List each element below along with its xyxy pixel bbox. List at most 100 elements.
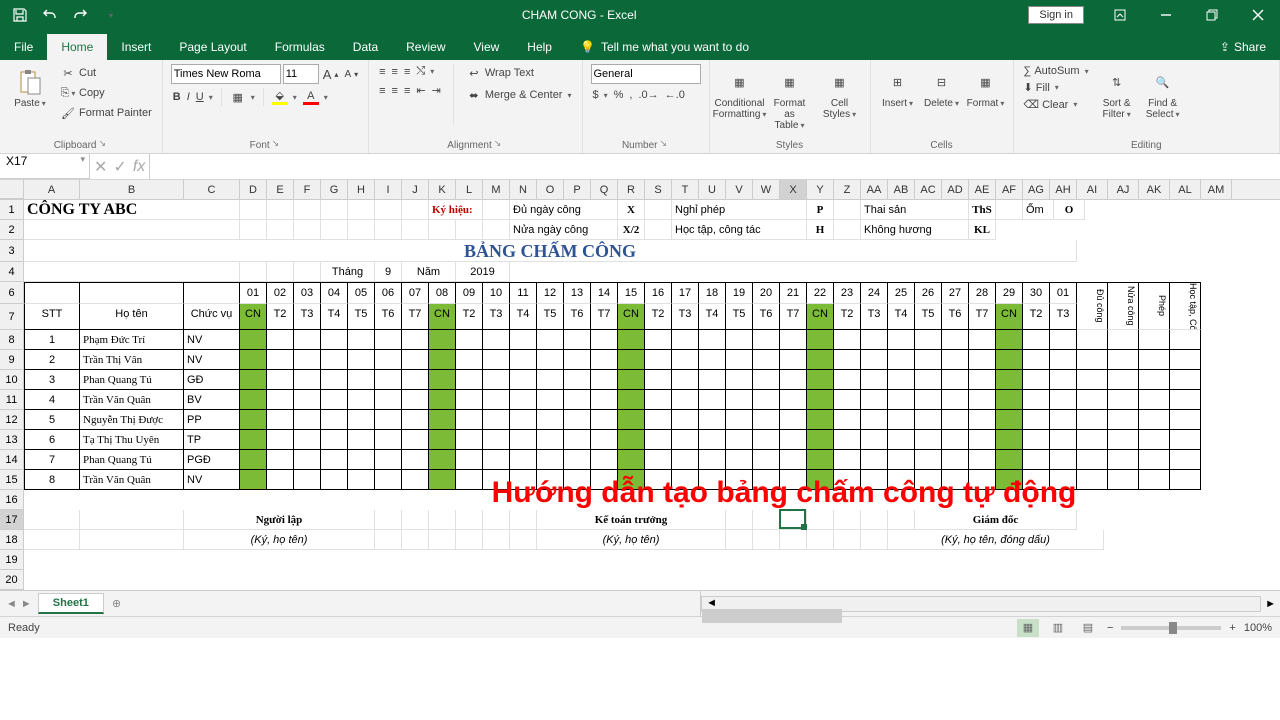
- cell[interactable]: [1077, 410, 1108, 430]
- cell[interactable]: [1023, 330, 1050, 350]
- save-icon[interactable]: [8, 3, 32, 27]
- cell[interactable]: [834, 470, 861, 490]
- cell[interactable]: [402, 220, 429, 240]
- cell[interactable]: 15: [618, 282, 645, 304]
- cell[interactable]: [645, 350, 672, 370]
- cell[interactable]: [456, 470, 483, 490]
- cell[interactable]: 25: [888, 282, 915, 304]
- cell[interactable]: [510, 370, 537, 390]
- cell[interactable]: NV: [184, 350, 240, 370]
- sheet-nav-next-icon[interactable]: ►: [21, 598, 32, 610]
- cell[interactable]: [1108, 370, 1139, 390]
- cell[interactable]: [267, 262, 294, 282]
- cell[interactable]: [996, 390, 1023, 410]
- cell[interactable]: [969, 330, 996, 350]
- cell[interactable]: [1050, 410, 1077, 430]
- cell[interactable]: [1050, 330, 1077, 350]
- cell[interactable]: 07: [402, 282, 429, 304]
- align-left-button[interactable]: ≡: [377, 83, 387, 98]
- cell[interactable]: [969, 370, 996, 390]
- clear-button[interactable]: ⌫Clear: [1022, 97, 1091, 112]
- cell[interactable]: [1170, 470, 1201, 490]
- cell[interactable]: [24, 510, 80, 530]
- cell[interactable]: [969, 450, 996, 470]
- align-top-button[interactable]: ≡: [377, 64, 387, 79]
- cell[interactable]: [753, 450, 780, 470]
- cell[interactable]: [753, 530, 780, 550]
- worksheet[interactable]: ABCDEFGHIJKLMNOPQRSTUVWXYZAAABACADAEAFAG…: [0, 180, 1280, 590]
- cell[interactable]: [564, 390, 591, 410]
- cell[interactable]: 2: [24, 350, 80, 370]
- zoom-in-button[interactable]: +: [1229, 622, 1235, 634]
- cell[interactable]: [429, 350, 456, 370]
- cell[interactable]: [483, 220, 510, 240]
- cell[interactable]: NV: [184, 330, 240, 350]
- row-header-19[interactable]: 19: [0, 550, 24, 570]
- cell[interactable]: Học tập, công tác: [672, 220, 807, 240]
- cell[interactable]: Trần Thị Vân: [80, 350, 184, 370]
- tab-data[interactable]: Data: [339, 34, 392, 60]
- cell[interactable]: Nguyễn Thị Được: [80, 410, 184, 430]
- cell[interactable]: [645, 330, 672, 350]
- cell[interactable]: [969, 350, 996, 370]
- tab-home[interactable]: Home: [47, 34, 107, 60]
- cell[interactable]: [753, 510, 780, 530]
- cell[interactable]: [942, 450, 969, 470]
- cell[interactable]: [564, 330, 591, 350]
- cell[interactable]: [402, 410, 429, 430]
- cell[interactable]: [294, 430, 321, 450]
- increase-decimal-button[interactable]: .0→: [636, 88, 660, 102]
- cell[interactable]: [780, 370, 807, 390]
- cell[interactable]: [888, 350, 915, 370]
- row-header-3[interactable]: 3: [0, 240, 24, 262]
- cell[interactable]: [321, 470, 348, 490]
- cell[interactable]: [267, 470, 294, 490]
- cell[interactable]: [1050, 450, 1077, 470]
- cell[interactable]: [834, 450, 861, 470]
- cell[interactable]: [888, 390, 915, 410]
- alignment-launcher[interactable]: ↘: [492, 138, 504, 151]
- cell[interactable]: [672, 350, 699, 370]
- cell[interactable]: [429, 410, 456, 430]
- cell[interactable]: [915, 350, 942, 370]
- column-header-C[interactable]: C: [184, 180, 240, 199]
- cell[interactable]: 1: [24, 330, 80, 350]
- cell[interactable]: [402, 470, 429, 490]
- cell[interactable]: [699, 450, 726, 470]
- increase-indent-button[interactable]: ⇥: [430, 83, 443, 98]
- bold-button[interactable]: B: [171, 90, 183, 104]
- cell[interactable]: [834, 390, 861, 410]
- row-header-15[interactable]: 15: [0, 470, 24, 490]
- cell[interactable]: [969, 390, 996, 410]
- cell[interactable]: [80, 282, 184, 304]
- cell[interactable]: [834, 330, 861, 350]
- cell[interactable]: [537, 370, 564, 390]
- column-header-Y[interactable]: Y: [807, 180, 834, 199]
- cell[interactable]: [294, 450, 321, 470]
- cell[interactable]: [1108, 450, 1139, 470]
- increase-font-button[interactable]: A▴: [321, 64, 341, 84]
- tab-insert[interactable]: Insert: [107, 34, 165, 60]
- cell[interactable]: [348, 450, 375, 470]
- cell[interactable]: [861, 430, 888, 450]
- cell[interactable]: [1139, 350, 1170, 370]
- cell[interactable]: [834, 220, 861, 240]
- cell[interactable]: X/2: [618, 220, 645, 240]
- zoom-slider[interactable]: [1121, 626, 1221, 630]
- cell[interactable]: 2019: [456, 262, 510, 282]
- cell[interactable]: T6: [753, 304, 780, 330]
- cell[interactable]: [942, 390, 969, 410]
- cell[interactable]: [1023, 410, 1050, 430]
- cell[interactable]: [645, 200, 672, 220]
- cell[interactable]: [510, 350, 537, 370]
- cell[interactable]: Đủ công: [1077, 282, 1108, 330]
- cell[interactable]: [753, 370, 780, 390]
- cell[interactable]: ThS: [969, 200, 996, 220]
- page-layout-view-button[interactable]: ▥: [1047, 619, 1069, 637]
- cell[interactable]: [429, 220, 456, 240]
- cell[interactable]: [753, 350, 780, 370]
- column-header-T[interactable]: T: [672, 180, 699, 199]
- cell[interactable]: CÔNG TY ABC: [24, 200, 240, 220]
- cell[interactable]: T5: [537, 304, 564, 330]
- cell[interactable]: [942, 370, 969, 390]
